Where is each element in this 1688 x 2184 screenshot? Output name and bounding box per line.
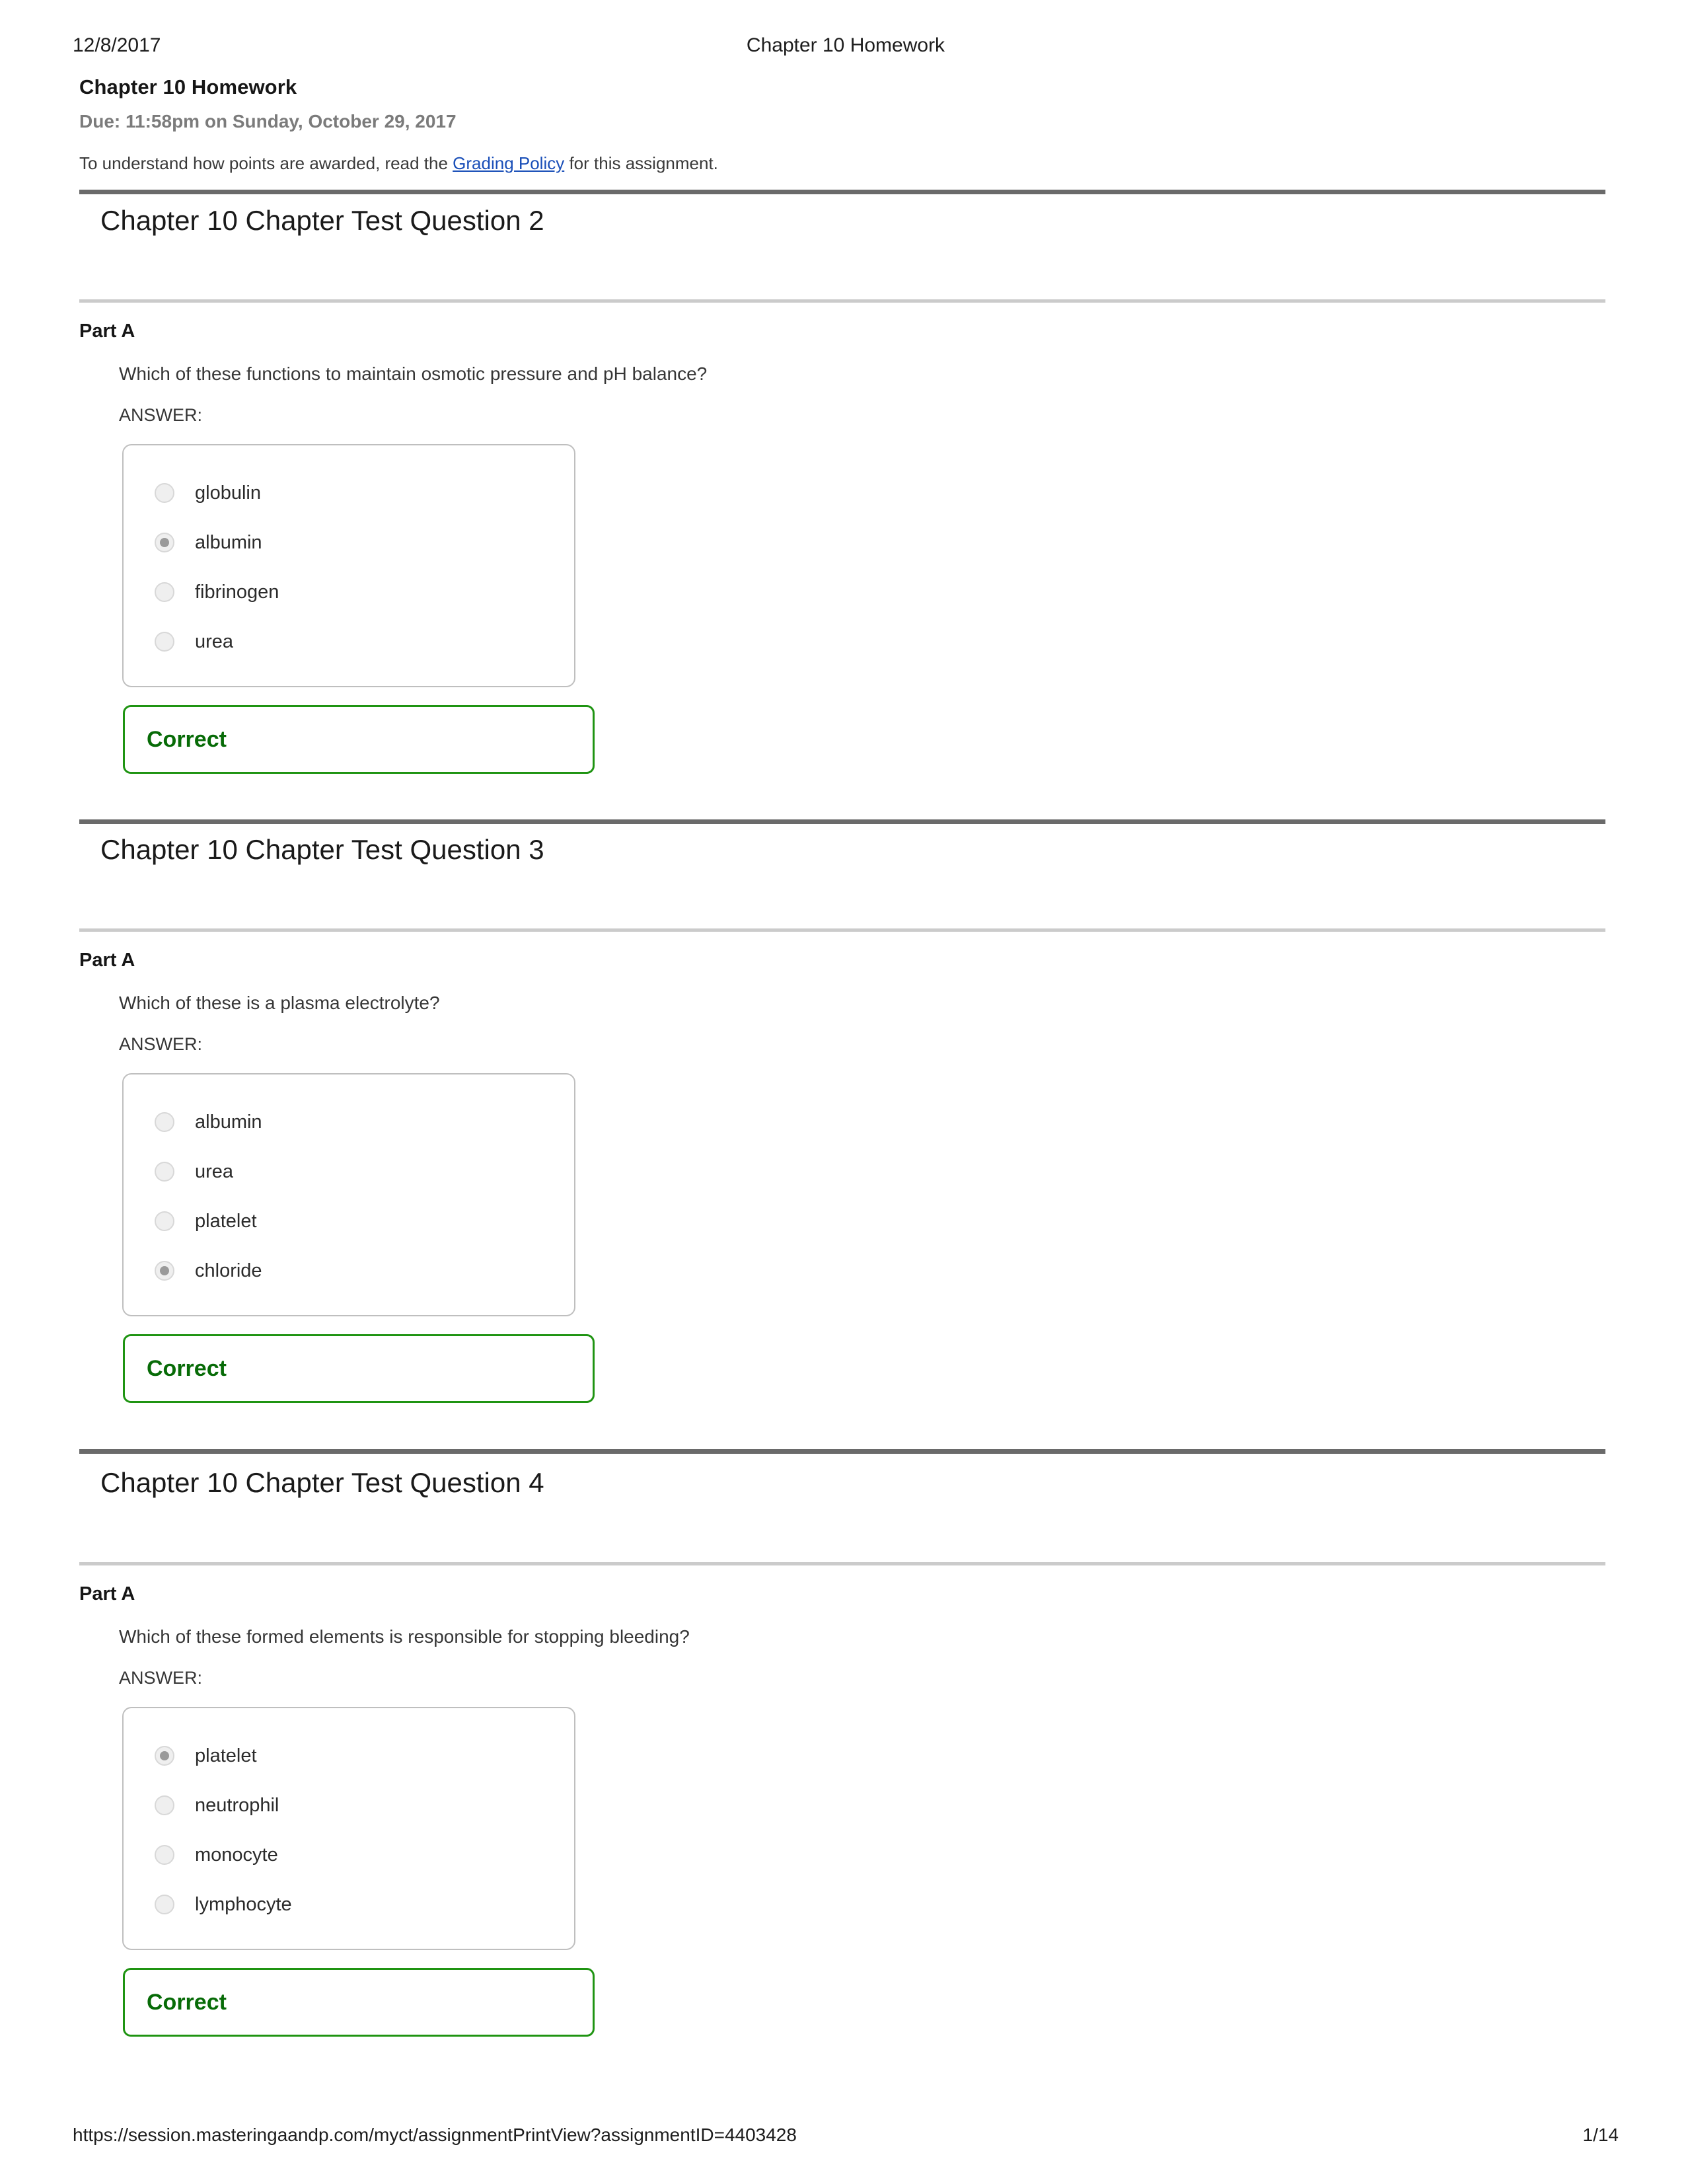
option-label: albumin: [195, 531, 262, 553]
option-label: platelet: [195, 1210, 257, 1232]
question-separator-dark: [79, 1449, 1605, 1454]
option-row[interactable]: chloride: [124, 1246, 574, 1295]
option-row[interactable]: platelet: [124, 1731, 574, 1780]
part-separator-light: [79, 928, 1605, 932]
option-row[interactable]: albumin: [124, 517, 574, 567]
option-label: monocyte: [195, 1844, 278, 1865]
option-label: platelet: [195, 1745, 257, 1766]
radio-unselected-icon[interactable]: [155, 1111, 174, 1132]
option-row[interactable]: lymphocyte: [124, 1879, 574, 1929]
radio-unselected-icon[interactable]: [155, 631, 174, 652]
question-text: Which of these functions to maintain osm…: [119, 363, 708, 384]
question-text: Which of these is a plasma electrolyte?: [119, 993, 440, 1013]
feedback-text: Correct: [147, 1356, 227, 1381]
option-label: chloride: [195, 1260, 262, 1281]
option-row[interactable]: fibrinogen: [124, 567, 574, 617]
option-label: globulin: [195, 482, 261, 504]
feedback-text: Correct: [147, 1990, 227, 2015]
answer-label: ANSWER:: [119, 1034, 203, 1054]
print-footer-url: https://session.masteringaandp.com/myct/…: [73, 2125, 797, 2145]
option-row[interactable]: monocyte: [124, 1830, 574, 1879]
radio-unselected-icon[interactable]: [155, 1844, 174, 1865]
option-label: albumin: [195, 1111, 262, 1133]
question-heading: Chapter 10 Chapter Test Question 3: [100, 834, 544, 865]
option-row[interactable]: globulin: [124, 468, 574, 517]
option-row[interactable]: platelet: [124, 1196, 574, 1246]
feedback-box-correct: Correct: [123, 705, 595, 774]
radio-unselected-icon[interactable]: [155, 1894, 174, 1914]
option-label: neutrophil: [195, 1794, 279, 1816]
feedback-text: Correct: [147, 727, 227, 752]
option-label: urea: [195, 1160, 234, 1182]
radio-unselected-icon[interactable]: [155, 1795, 174, 1815]
part-label: Part A: [79, 1583, 135, 1604]
print-footer: https://session.masteringaandp.com/myct/…: [73, 2125, 1619, 2151]
grading-note-suffix: for this assignment.: [564, 153, 718, 173]
radio-unselected-icon[interactable]: [155, 482, 174, 503]
grading-note-prefix: To understand how points are awarded, re…: [79, 153, 453, 173]
question-heading: Chapter 10 Chapter Test Question 4: [100, 1467, 544, 1498]
assignment-due-date: Due: 11:58pm on Sunday, October 29, 2017: [79, 111, 457, 132]
option-row[interactable]: neutrophil: [124, 1780, 574, 1830]
part-label: Part A: [79, 320, 135, 342]
part-label: Part A: [79, 950, 135, 971]
answer-label: ANSWER:: [119, 1668, 203, 1688]
answer-label: ANSWER:: [119, 405, 203, 425]
question-separator-dark: [79, 819, 1605, 824]
printed-assignment-page: 12/8/2017 Chapter 10 Homework Chapter 10…: [0, 0, 1688, 2184]
option-label: urea: [195, 630, 234, 652]
feedback-box-correct: Correct: [123, 1968, 595, 2037]
radio-unselected-icon[interactable]: [155, 1161, 174, 1182]
option-row[interactable]: urea: [124, 617, 574, 666]
print-footer-page-number: 1/14: [1582, 2125, 1619, 2145]
grading-policy-note: To understand how points are awarded, re…: [79, 152, 1612, 174]
part-separator-light: [79, 1562, 1605, 1565]
radio-selected-icon[interactable]: [155, 1745, 174, 1766]
option-row[interactable]: albumin: [124, 1097, 574, 1147]
part-separator-light: [79, 299, 1605, 303]
print-header: 12/8/2017 Chapter 10 Homework: [73, 34, 1619, 63]
question-separator-dark: [79, 190, 1605, 194]
option-row[interactable]: urea: [124, 1147, 574, 1196]
print-document-title: Chapter 10 Homework: [746, 34, 945, 56]
feedback-box-correct: Correct: [123, 1334, 595, 1403]
radio-unselected-icon[interactable]: [155, 582, 174, 602]
radio-selected-icon[interactable]: [155, 532, 174, 552]
radio-unselected-icon[interactable]: [155, 1211, 174, 1231]
answer-options-box: platelet neutrophil monocyte lymphocyte: [122, 1707, 575, 1950]
option-label: lymphocyte: [195, 1893, 292, 1915]
option-label: fibrinogen: [195, 581, 279, 603]
question-text: Which of these formed elements is respon…: [119, 1626, 690, 1647]
radio-selected-icon[interactable]: [155, 1260, 174, 1281]
answer-options-box: albumin urea platelet chloride: [122, 1073, 575, 1316]
grading-policy-link[interactable]: Grading Policy: [453, 153, 564, 173]
assignment-masthead: Chapter 10 Homework Due: 11:58pm on Sund…: [79, 74, 1612, 174]
question-heading: Chapter 10 Chapter Test Question 2: [100, 205, 544, 236]
assignment-title: Chapter 10 Homework: [79, 75, 297, 98]
answer-options-box: globulin albumin fibrinogen urea: [122, 444, 575, 687]
